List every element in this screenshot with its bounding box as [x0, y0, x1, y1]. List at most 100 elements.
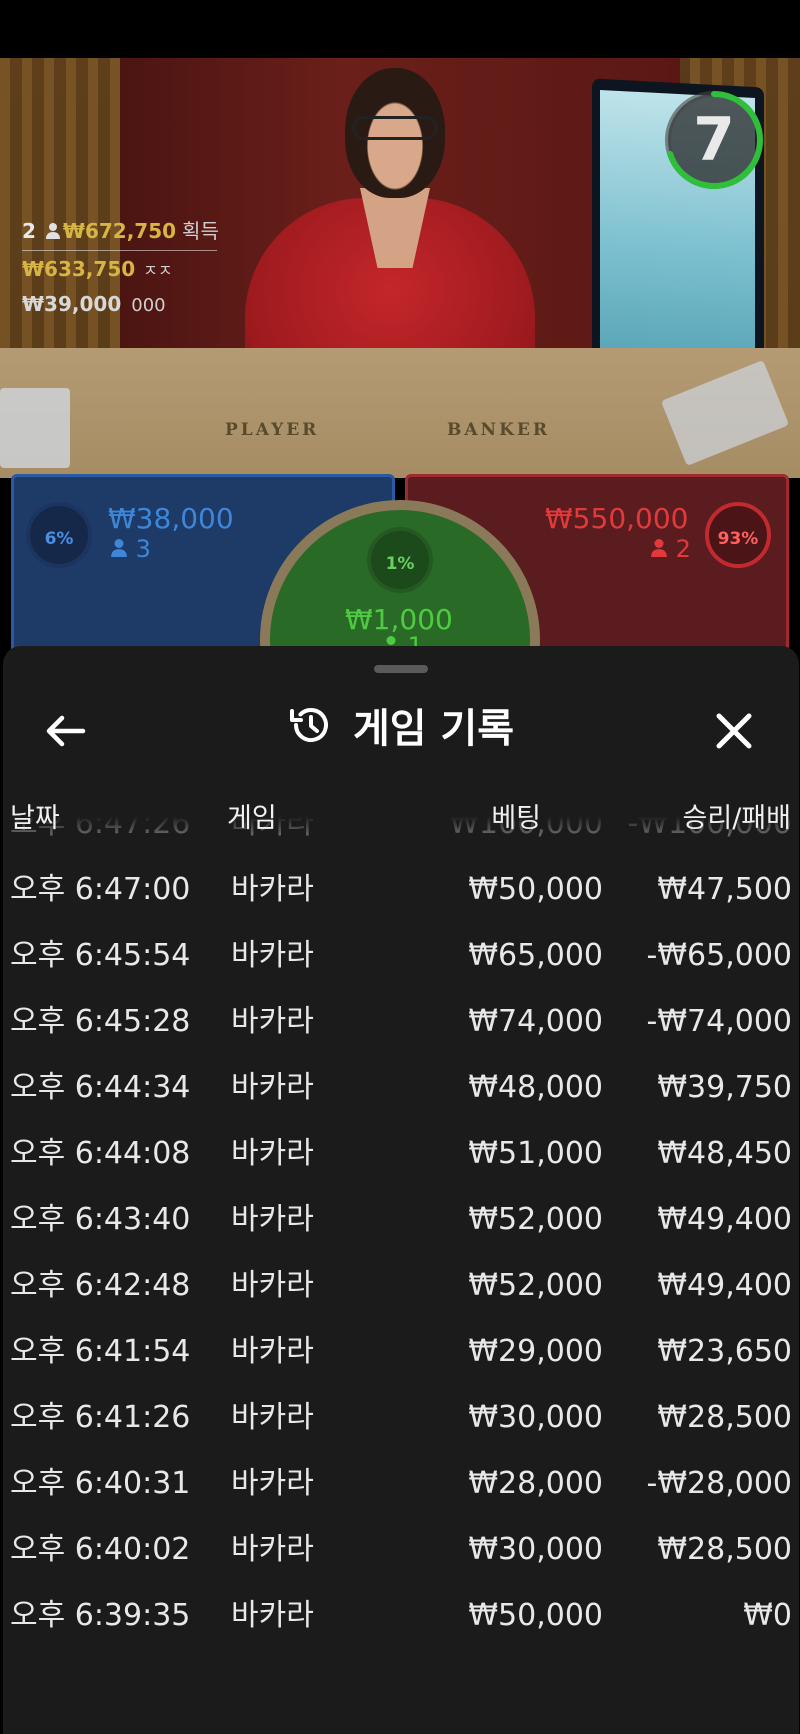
tie-bet-percent: 1%: [367, 527, 433, 593]
banker-bettor-count: 2: [650, 535, 691, 563]
winner-name: ㅈㅈ: [143, 261, 173, 280]
card-shoe-left: [0, 388, 70, 468]
player-bet-percent: 6%: [26, 502, 92, 568]
close-button[interactable]: [705, 702, 763, 760]
history-row[interactable]: 오후 6:40:02 바카라 ₩30,000 ₩28,500: [3, 1517, 799, 1583]
banker-bet-amount: ₩550,000: [545, 502, 689, 535]
status-bar: [0, 0, 800, 58]
row-game: 바카라: [231, 1466, 314, 1501]
person-icon: [651, 539, 667, 557]
row-game: 바카라: [231, 1202, 314, 1237]
total-winnings: ₩672,750: [62, 219, 177, 243]
person-icon: [45, 223, 60, 239]
countdown-number: 7: [693, 105, 735, 175]
row-game: 바카라: [231, 1400, 314, 1435]
row-result: -₩28,000: [646, 1466, 792, 1501]
row-result: ₩28,500: [657, 1400, 792, 1435]
row-date: 오후 6:41:26: [10, 1400, 191, 1435]
row-result: ₩39,750: [657, 1070, 792, 1105]
row-date: 오후 6:40:02: [10, 1532, 191, 1567]
history-list[interactable]: 오후 6:47:26 바카라 ₩100,000 -₩100,000 오후 6:47:00…: [3, 816, 799, 1696]
row-date: 오후 6:41:54: [10, 1334, 191, 1369]
sheet-header: 게임 기록: [3, 696, 799, 766]
row-bet: ₩30,000: [468, 1400, 603, 1435]
banker-count-value: 2: [675, 535, 691, 563]
history-row[interactable]: 오후 6:43:40 바카라 ₩52,000 ₩49,400: [3, 1187, 799, 1253]
winners-count: 2: [22, 219, 36, 243]
row-date: 오후 6:44:08: [10, 1136, 191, 1171]
row-game: 바카라: [231, 1070, 314, 1105]
history-row[interactable]: 오후 6:40:31 바카라 ₩28,000 -₩28,000: [3, 1451, 799, 1517]
history-row[interactable]: 오후 6:41:54 바카라 ₩29,000 ₩23,650: [3, 1319, 799, 1385]
row-date: 오후 6:44:34: [10, 1070, 191, 1105]
history-row[interactable]: 오후 6:42:48 바카라 ₩52,000 ₩49,400: [3, 1253, 799, 1319]
row-date: 오후 6:45:28: [10, 1004, 191, 1039]
row-bet: ₩52,000: [468, 1268, 603, 1303]
row-bet: ₩51,000: [468, 1136, 603, 1171]
row-game: 바카라: [231, 1334, 314, 1369]
row-bet: ₩65,000: [468, 938, 603, 973]
row-bet: ₩48,000: [468, 1070, 603, 1105]
row-game: 바카라: [231, 1532, 314, 1567]
winnings-divider: [22, 250, 217, 251]
row-game: 바카라: [231, 1004, 314, 1039]
row-game: 바카라: [231, 938, 314, 973]
row-game: 바카라: [231, 1268, 314, 1303]
row-bet: ₩52,000: [468, 1202, 603, 1237]
row-result: ₩0: [743, 1598, 792, 1633]
table-label-banker: BANKER: [447, 420, 550, 440]
row-result: ₩48,450: [657, 1136, 792, 1171]
person-icon: [111, 539, 127, 557]
row-result: -₩74,000: [646, 1004, 792, 1039]
row-result: ₩47,500: [657, 872, 792, 907]
row-bet: ₩30,000: [468, 1532, 603, 1567]
winner-entry-2: ₩39,000 000: [22, 292, 166, 316]
row-date: 오후 6:47:00: [10, 872, 191, 907]
winnings-label: 획득: [182, 219, 219, 243]
row-date: 오후 6:40:31: [10, 1466, 191, 1501]
winners-summary: 2 ₩672,750 획득: [22, 215, 219, 244]
row-game: 바카라: [231, 816, 314, 841]
row-date: 오후 6:39:35: [10, 1598, 191, 1633]
sheet-title: 게임 기록: [352, 706, 515, 752]
winner-name: 000: [131, 295, 166, 316]
row-result: -₩100,000: [627, 816, 792, 841]
history-row[interactable]: 오후 6:44:08 바카라 ₩51,000 ₩48,450: [3, 1121, 799, 1187]
history-row[interactable]: 오후 6:45:54 바카라 ₩65,000 -₩65,000: [3, 923, 799, 989]
history-clock-icon: [289, 708, 328, 742]
winner-entry-1: ₩633,750 ㅈㅈ: [22, 257, 173, 281]
close-icon: [716, 713, 752, 749]
row-result: -₩65,000: [646, 938, 792, 973]
row-result: ₩49,400: [657, 1268, 792, 1303]
winner-amount: ₩633,750: [22, 257, 136, 281]
row-result: ₩49,400: [657, 1202, 792, 1237]
row-bet: ₩100,000: [449, 816, 603, 841]
row-result: ₩23,650: [657, 1334, 792, 1369]
history-row[interactable]: 오후 6:41:26 바카라 ₩30,000 ₩28,500: [3, 1385, 799, 1451]
row-date: 오후 6:42:48: [10, 1268, 191, 1303]
row-bet: ₩50,000: [468, 1598, 603, 1633]
history-row[interactable]: 오후 6:39:35 바카라 ₩50,000 ₩0: [3, 1583, 799, 1649]
history-row[interactable]: 오후 6:47:26 바카라 ₩100,000 -₩100,000: [3, 816, 799, 857]
player-count-value: 3: [135, 535, 151, 563]
game-history-sheet: 게임 기록 날짜 게임 베팅 승리/패배 오후 6:47:26 바카라 ₩100,0…: [3, 646, 799, 1734]
row-bet: ₩29,000: [468, 1334, 603, 1369]
row-date: 오후 6:43:40: [10, 1202, 191, 1237]
row-result: ₩28,500: [657, 1532, 792, 1567]
row-game: 바카라: [231, 1598, 314, 1633]
banker-bet-percent: 93%: [705, 502, 771, 568]
row-game: 바카라: [231, 872, 314, 907]
player-bettor-count: 3: [110, 535, 151, 563]
table-label-player: PLAYER: [225, 420, 320, 440]
row-date: 오후 6:47:26: [10, 816, 191, 841]
history-row[interactable]: 오후 6:47:00 바카라 ₩50,000 ₩47,500: [3, 857, 799, 923]
row-bet: ₩74,000: [468, 1004, 603, 1039]
dealer-glasses: [352, 116, 438, 140]
sheet-drag-handle[interactable]: [374, 665, 428, 673]
player-bet-amount: ₩38,000: [108, 502, 234, 535]
history-row[interactable]: 오후 6:44:34 바카라 ₩48,000 ₩39,750: [3, 1055, 799, 1121]
winner-amount: ₩39,000: [22, 292, 122, 316]
row-bet: ₩50,000: [468, 872, 603, 907]
history-row[interactable]: 오후 6:45:28 바카라 ₩74,000 -₩74,000: [3, 989, 799, 1055]
row-date: 오후 6:45:54: [10, 938, 191, 973]
